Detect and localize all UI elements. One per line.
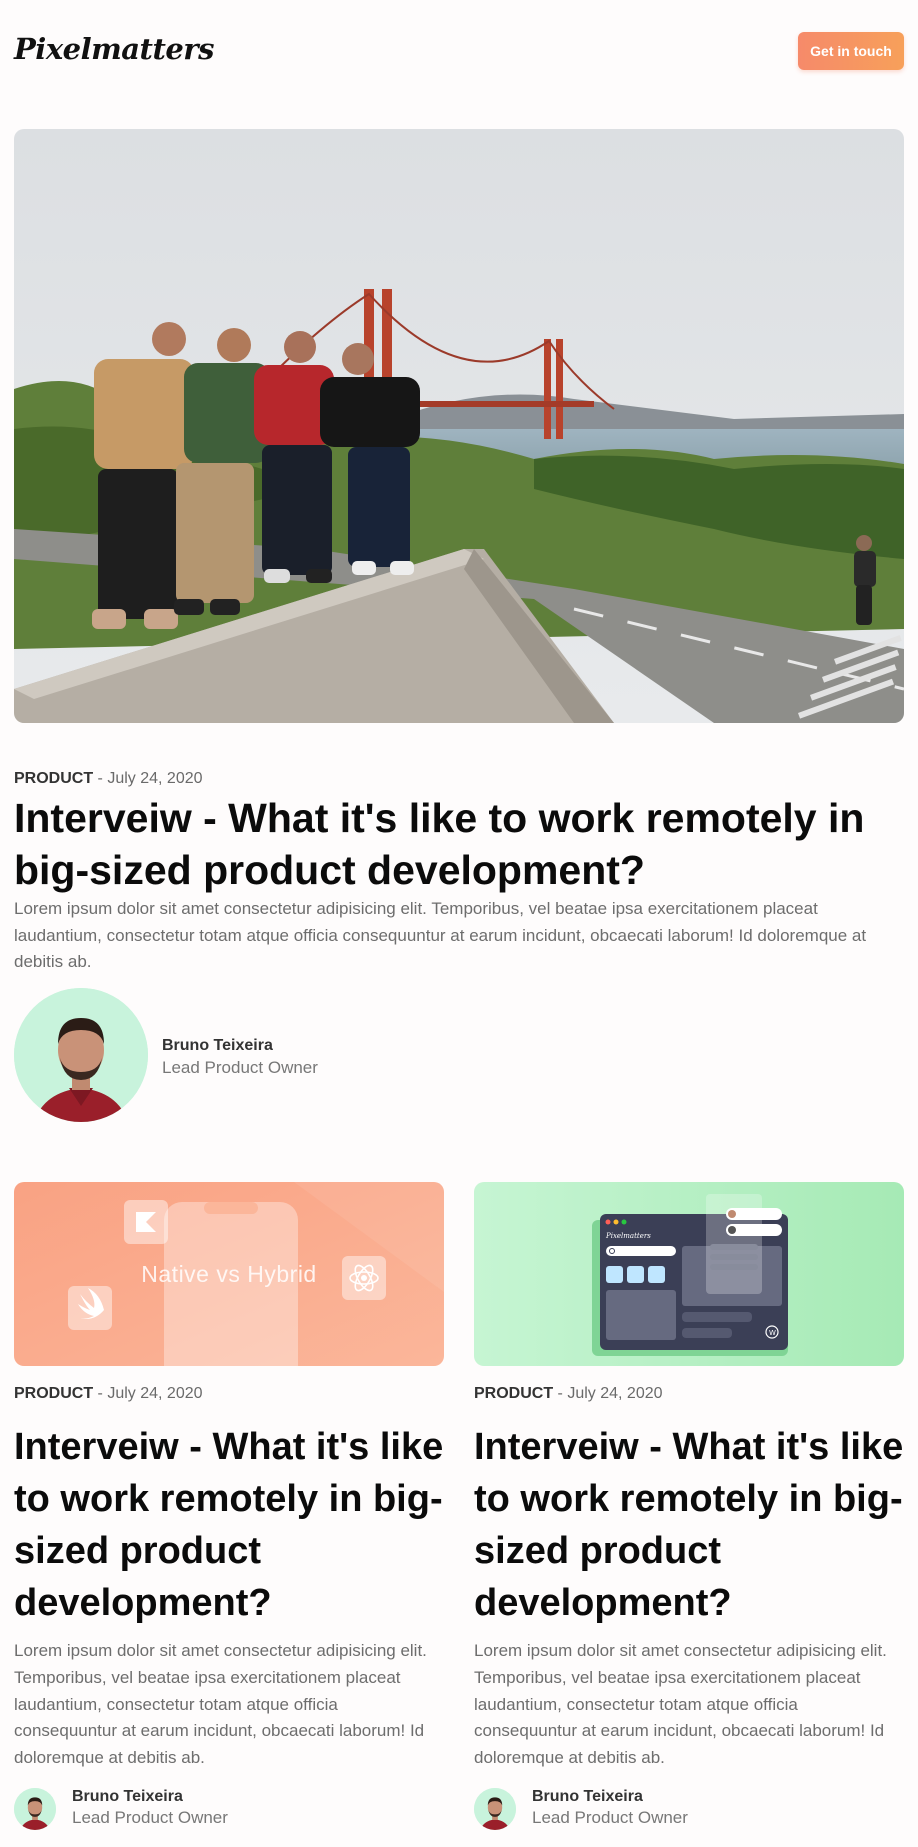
featured-post-title[interactable]: Interveiw - What it's like to work remot…: [14, 792, 904, 896]
post-meta: PRODUCT - July 24, 2020: [14, 1385, 203, 1403]
post-title[interactable]: Interveiw - What it's like to work remot…: [14, 1421, 444, 1629]
featured-post-author: Bruno Teixeira Lead Product Owner: [14, 988, 414, 1122]
pixelmatters-logo[interactable]: Pixelmatters: [14, 32, 214, 66]
post-card-image[interactable]: Pixelmatters W: [474, 1182, 904, 1366]
golden-gate-team-photo: [14, 129, 904, 723]
author-name[interactable]: Bruno Teixeira: [162, 1037, 273, 1055]
post-date: July 24, 2020: [107, 770, 203, 787]
post-category[interactable]: PRODUCT: [474, 1385, 553, 1402]
svg-text:W: W: [769, 1329, 776, 1337]
post-meta: PRODUCT - July 24, 2020: [474, 1385, 663, 1403]
image-caption: Native vs Hybrid: [141, 1261, 317, 1287]
featured-post-image[interactable]: [14, 129, 904, 723]
site-header: Pixelmatters Get in touch: [14, 30, 904, 70]
pixelmatters-mini-logo: Pixelmatters: [605, 1232, 651, 1240]
meta-separator: -: [553, 1385, 568, 1402]
avatar: [14, 1788, 56, 1830]
get-in-touch-button[interactable]: Get in touch: [798, 32, 904, 70]
featured-post-excerpt: Lorem ipsum dolor sit amet consectetur a…: [14, 899, 867, 971]
post-excerpt: Lorem ipsum dolor sit amet consectetur a…: [474, 1641, 887, 1768]
post-author: Bruno Teixeira Lead Product Owner: [474, 1786, 904, 1830]
wordpress-dashboard-illustration: Pixelmatters W: [474, 1182, 904, 1366]
post-category[interactable]: PRODUCT: [14, 1385, 93, 1402]
post-date: July 24, 2020: [567, 1385, 663, 1402]
avatar: [14, 988, 148, 1122]
post-author: Bruno Teixeira Lead Product Owner: [14, 1786, 444, 1830]
post-excerpt: Lorem ipsum dolor sit amet consectetur a…: [14, 1641, 427, 1768]
post-title[interactable]: Interveiw - What it's like to work remot…: [474, 1421, 904, 1629]
post-date: July 24, 2020: [107, 1385, 203, 1402]
author-name[interactable]: Bruno Teixeira: [72, 1788, 183, 1806]
post-category[interactable]: PRODUCT: [14, 770, 93, 787]
featured-post-meta: PRODUCT - July 24, 2020: [14, 770, 203, 788]
meta-separator: -: [93, 770, 108, 787]
post-card: Native vs Hybrid PRODUCT - July 24, 2020…: [14, 1182, 444, 1830]
author-role: Lead Product Owner: [72, 1808, 228, 1827]
author-name[interactable]: Bruno Teixeira: [532, 1788, 643, 1806]
post-card: Pixelmatters W PRODUCT - July 24, 2020 I…: [474, 1182, 904, 1830]
author-role: Lead Product Owner: [162, 1058, 318, 1077]
author-role: Lead Product Owner: [532, 1808, 688, 1827]
avatar: [474, 1788, 516, 1830]
meta-separator: -: [93, 1385, 108, 1402]
post-card-image[interactable]: Native vs Hybrid: [14, 1182, 444, 1366]
